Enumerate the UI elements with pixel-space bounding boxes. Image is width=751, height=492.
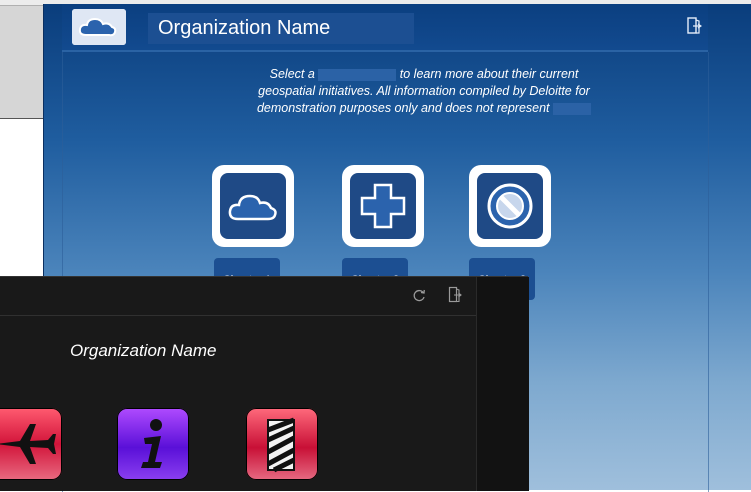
dark-app-window: Organization Name: [0, 276, 529, 491]
redacted-text: [318, 68, 397, 81]
dark-side-panel: [476, 277, 529, 491]
chapter-1-card[interactable]: [212, 165, 294, 247]
intro-line-3: demonstration purposes only and does not…: [256, 101, 550, 115]
cloud-icon: [228, 194, 277, 221]
cross-icon: [360, 183, 406, 229]
info-icon: [141, 419, 162, 468]
refresh-icon[interactable]: [411, 287, 427, 303]
exit-door-icon[interactable]: [448, 286, 462, 304]
info-tile[interactable]: [117, 408, 189, 480]
right-guide-line: [708, 52, 709, 492]
intro-line-1a: Select a: [269, 67, 315, 81]
intro-line-1b: to learn more about their current: [399, 67, 579, 81]
chapter-3-icon-box: [477, 173, 543, 239]
dark-page-title: Organization Name: [70, 341, 217, 360]
striped-barrier-icon: [266, 417, 296, 473]
organization-logo[interactable]: [72, 9, 126, 45]
chapter-1-icon-box: [220, 173, 286, 239]
chapter-2-icon-box: [350, 173, 416, 239]
airplane-icon: [0, 424, 56, 464]
intro-line-2: geospatial initiatives. All information …: [258, 84, 590, 98]
redacted-text: [553, 102, 592, 115]
chapter-2-card[interactable]: [342, 165, 424, 247]
prohibited-icon: [487, 183, 533, 229]
cloud-logo-icon: [72, 9, 126, 45]
dark-app-header: [0, 277, 476, 316]
intro-text: Select a to learn more about their curre…: [164, 66, 684, 117]
organization-name: Organization Name: [148, 13, 414, 44]
barrier-tile[interactable]: [246, 408, 318, 480]
chapter-3-card[interactable]: [469, 165, 551, 247]
blue-app-header: Organization Name: [62, 4, 708, 52]
exit-door-icon[interactable]: [686, 16, 703, 36]
airplane-tile[interactable]: [0, 408, 62, 480]
